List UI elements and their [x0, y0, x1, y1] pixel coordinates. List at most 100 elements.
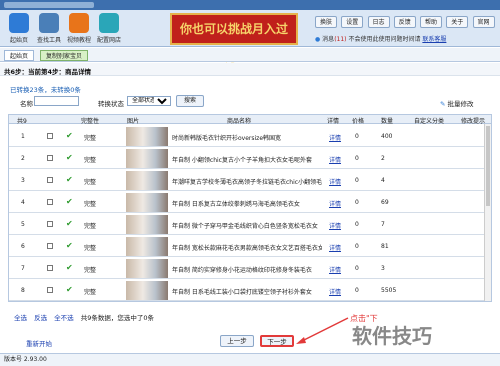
restart-link[interactable]: 重新开始: [26, 338, 52, 348]
gear-icon: [99, 13, 119, 33]
row-number: 8: [21, 287, 25, 294]
row-detail-link[interactable]: 详情: [329, 133, 341, 142]
row-qty: 81: [381, 243, 389, 250]
table-row[interactable]: 3 ✔ 完整 年潮咩复古学校冬薄毛衣高领子冬拉链毛衣chic小翻领毛衣 详情 0 4: [9, 169, 491, 191]
prev-step-button[interactable]: 上一步: [220, 335, 254, 347]
batch-edit-button[interactable]: ✎ 批量修改: [440, 98, 474, 108]
row-detail-link[interactable]: 详情: [329, 221, 341, 230]
header-title: 商品名称: [227, 118, 252, 125]
skin-button[interactable]: 换肤: [315, 16, 338, 28]
table-row[interactable]: 4 ✔ 完整 年自制 日系复古立体绞拳刺绣马海毛高领毛衣女 详情 0 69: [9, 191, 491, 213]
row-title: 年潮咩复古学校冬薄毛衣高领子冬拉链毛衣chic小翻领毛衣: [172, 179, 322, 186]
search-button[interactable]: 搜索: [176, 95, 204, 107]
search-icon: [39, 13, 59, 33]
batch-edit-label: 批量修改: [447, 100, 474, 108]
help-button[interactable]: 帮助: [420, 16, 443, 28]
product-thumbnail[interactable]: [126, 237, 168, 256]
row-price: 0: [355, 155, 359, 162]
select-none-link[interactable]: 全不选: [54, 314, 74, 322]
website-button[interactable]: 官网: [472, 16, 495, 28]
video-icon: [69, 13, 89, 33]
invert-select-link[interactable]: 反选: [34, 314, 47, 322]
row-checkbox[interactable]: [47, 287, 53, 293]
table-row[interactable]: 8 ✔ 完整 年自制 日系毛线工装小口袋打底镂空领子衬衫外套女 详情 0 5505: [9, 279, 491, 301]
config-tool-label: 配置网店: [96, 37, 121, 44]
settings-button[interactable]: 设置: [341, 16, 364, 28]
table-row[interactable]: 7 ✔ 完整 年自制 简约实穿修身小花运动格纹印花修身冬装毛衣 详情 0 3: [9, 257, 491, 279]
row-number: 4: [21, 199, 25, 206]
row-integrity: 完整: [84, 267, 97, 274]
row-qty: 4: [381, 177, 385, 184]
find-tool-label: 查找工具: [36, 37, 61, 44]
contact-support-link[interactable]: 联系客服: [422, 36, 446, 43]
scrollbar-thumb[interactable]: [486, 126, 490, 206]
check-icon: ✔: [66, 131, 73, 140]
status-footer: 版本号 2.93.00: [0, 353, 500, 366]
product-thumbnail[interactable]: [126, 215, 168, 234]
product-thumbnail[interactable]: [126, 281, 168, 300]
row-detail-link[interactable]: 详情: [329, 287, 341, 296]
row-qty: 400: [381, 133, 393, 140]
tab-start-label: 起始页: [10, 53, 29, 60]
tab-strip: 起始页 复制别家宝贝: [0, 48, 500, 62]
top-buttons: 换肤 设置 日志 反馈 帮助 关于 官网: [315, 16, 497, 28]
row-checkbox[interactable]: [47, 199, 53, 205]
row-checkbox[interactable]: [47, 133, 53, 139]
video-tool[interactable]: 视频教程: [64, 13, 94, 44]
header-hint: 修改提示: [461, 118, 486, 125]
find-tool[interactable]: 查找工具: [34, 13, 64, 44]
product-thumbnail[interactable]: [126, 127, 168, 146]
filter-bar: 名称 转换状态 全部状态 搜索: [20, 95, 204, 108]
tab-copy-items[interactable]: 复制别家宝贝: [40, 50, 89, 61]
row-checkbox[interactable]: [47, 221, 53, 227]
convert-status-select[interactable]: 全部状态: [127, 96, 171, 106]
row-detail-link[interactable]: 详情: [329, 265, 341, 274]
product-thumbnail[interactable]: [126, 171, 168, 190]
name-label: 名称: [20, 100, 33, 108]
row-number: 1: [21, 133, 25, 140]
row-price: 0: [355, 199, 359, 206]
breadcrumb: 共6步：当前第4步：商品详情: [4, 68, 92, 76]
table-row[interactable]: 5 ✔ 完整 年自制 微个子穿马甲金毛线织背心白色竖条宽松毛衣女 详情 0 7: [9, 213, 491, 235]
product-thumbnail[interactable]: [126, 193, 168, 212]
promo-banner[interactable]: 你也可以挑战月入过万!: [170, 13, 298, 64]
check-icon: ✔: [66, 175, 73, 184]
feedback-button[interactable]: 反馈: [393, 16, 416, 28]
product-thumbnail[interactable]: [126, 259, 168, 278]
table-row[interactable]: 1 ✔ 完整 时尚新韩版毛衣针织开衫oversize韩国宽 详情 0 400: [9, 125, 491, 147]
message-label[interactable]: 消息: [322, 36, 334, 43]
name-input[interactable]: [34, 96, 79, 106]
table-row[interactable]: 2 ✔ 完整 年自制 小翻领chic复古小个子羊角扣大衣女毛呢外套 详情 0 2: [9, 147, 491, 169]
table-row[interactable]: 6 ✔ 完整 年自制 宽松长款麻花毛衣男款高领毛衣女文艺百搭毛衣女 详情 0 81: [9, 235, 491, 257]
tab-start[interactable]: 起始页: [4, 50, 35, 61]
row-price: 0: [355, 133, 359, 140]
row-checkbox[interactable]: [47, 155, 53, 161]
row-checkbox[interactable]: [47, 265, 53, 271]
select-all-link[interactable]: 全选: [14, 314, 27, 322]
row-detail-link[interactable]: 详情: [329, 199, 341, 208]
row-title: 年自制 宽松长款麻花毛衣男款高领毛衣女文艺百搭毛衣女: [172, 245, 322, 252]
row-price: 0: [355, 221, 359, 228]
row-detail-link[interactable]: 详情: [329, 243, 341, 252]
header-detail: 详情: [327, 118, 340, 125]
row-detail-link[interactable]: 详情: [329, 177, 341, 186]
table-header: 共9 完整性 图片 商品名称 详情 价格 数量 自定义分类 修改提示: [9, 115, 491, 125]
config-tool[interactable]: 配置网店: [94, 13, 124, 44]
header-integrity: 完整性: [81, 118, 100, 125]
row-qty: 2: [381, 155, 385, 162]
product-thumbnail[interactable]: [126, 149, 168, 168]
about-button[interactable]: 关于: [446, 16, 469, 28]
next-step-button[interactable]: 下一步: [260, 335, 294, 347]
table-scrollbar[interactable]: [484, 124, 491, 301]
row-qty: 5505: [381, 287, 397, 294]
row-checkbox[interactable]: [47, 243, 53, 249]
check-icon: ✔: [66, 285, 73, 294]
row-qty: 69: [381, 199, 389, 206]
log-button[interactable]: 日志: [367, 16, 390, 28]
row-title: 年自制 小翻领chic复古小个子羊角扣大衣女毛呢外套: [172, 157, 312, 164]
row-title: 时尚新韩版毛衣针织开衫oversize韩国宽: [172, 135, 282, 142]
row-detail-link[interactable]: 详情: [329, 155, 341, 164]
row-checkbox[interactable]: [47, 177, 53, 183]
convert-status: 已转换23条，未转换0条: [10, 86, 81, 94]
home-tool[interactable]: 起始页: [4, 13, 34, 44]
